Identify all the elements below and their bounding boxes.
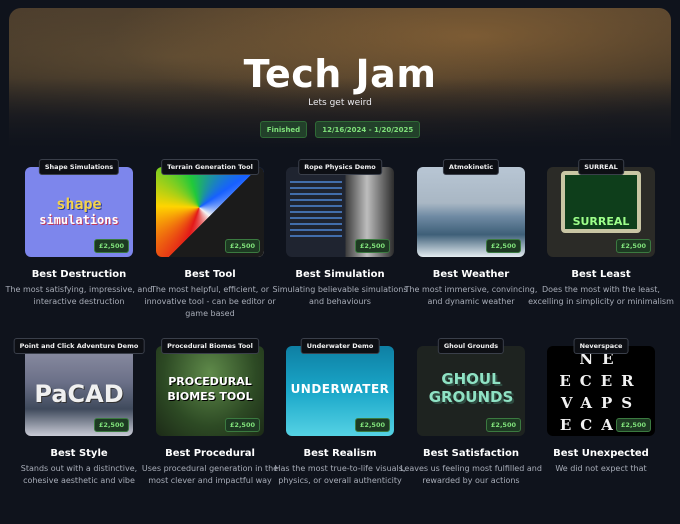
project-tag[interactable]: Neverspace bbox=[573, 338, 629, 354]
category-grid: shape simulations £2,500 Shape Simulatio… bbox=[0, 0, 680, 524]
project-tag[interactable]: Atmokinetic bbox=[442, 159, 500, 175]
thumbnail-image[interactable]: GHOUL GROUNDS £2,500 bbox=[417, 346, 525, 436]
prize-badge: £2,500 bbox=[224, 418, 260, 432]
code-panel-art bbox=[290, 181, 342, 241]
category-title: Best Realism bbox=[303, 448, 377, 459]
project-tag[interactable]: Shape Simulations bbox=[38, 159, 120, 175]
thumbnail-image[interactable]: shape simulations £2,500 bbox=[25, 167, 133, 257]
category-title: Best Destruction bbox=[31, 269, 127, 280]
thumbnail-image[interactable]: £2,500 bbox=[156, 167, 264, 257]
prize-badge: £2,500 bbox=[354, 239, 390, 253]
thumbnail-image[interactable]: PaCAD £2,500 bbox=[25, 346, 133, 436]
project-tag[interactable]: Procedural Biomes Tool bbox=[161, 338, 259, 354]
category-title: Best Simulation bbox=[295, 269, 385, 280]
category-description: Has the most true-to-life visuals, physi… bbox=[274, 464, 406, 485]
prize-badge: £2,500 bbox=[93, 418, 129, 432]
category-description: We did not expect that bbox=[555, 464, 647, 473]
category-title: Best Procedural bbox=[165, 448, 255, 459]
category-title: Best Tool bbox=[184, 269, 236, 280]
category-description: The most satisfying, impressive, and int… bbox=[5, 285, 153, 306]
thumbnail-image[interactable]: £2,500 bbox=[286, 167, 394, 257]
category-title: Best Weather bbox=[432, 269, 510, 280]
project-tag[interactable]: Point and Click Adventure Demo bbox=[13, 338, 145, 354]
project-tag[interactable]: SURREAL bbox=[578, 159, 624, 175]
category-description: The most immersive, convincing, and dyna… bbox=[404, 285, 538, 306]
category-description: Simulating believable simulations and be… bbox=[272, 285, 408, 306]
art-text: UNDERWATER bbox=[290, 382, 390, 396]
art-text: PROCEDURAL BIOMES TOOL bbox=[167, 375, 253, 403]
category-description: Does the most with the least, excelling … bbox=[528, 285, 674, 306]
art-text: GHOUL GROUNDS bbox=[428, 370, 514, 406]
art-text: shape bbox=[56, 195, 102, 213]
thumbnail-image[interactable]: £2,500 bbox=[417, 167, 525, 257]
prize-badge: £2,500 bbox=[224, 239, 260, 253]
art-text: SURREAL bbox=[572, 215, 630, 228]
category-title: Best Least bbox=[571, 269, 631, 280]
prize-badge: £2,500 bbox=[485, 239, 521, 253]
project-tag[interactable]: Ghoul Grounds bbox=[437, 338, 505, 354]
category-description: Uses procedural generation in the most c… bbox=[141, 464, 279, 485]
prize-badge: £2,500 bbox=[354, 418, 390, 432]
prize-badge: £2,500 bbox=[93, 239, 129, 253]
art-text: PaCAD bbox=[34, 380, 124, 408]
category-title: Best Satisfaction bbox=[423, 448, 519, 459]
project-tag[interactable]: Rope Physics Demo bbox=[298, 159, 382, 175]
art-text: simulations bbox=[39, 213, 119, 227]
thumbnail-image[interactable]: UNDERWATER £2,500 bbox=[286, 346, 394, 436]
prize-badge: £2,500 bbox=[615, 418, 651, 432]
category-description: Leaves us feeling most fulfilled and rew… bbox=[400, 464, 542, 485]
prize-badge: £2,500 bbox=[485, 418, 521, 432]
category-title: Best Unexpected bbox=[553, 448, 649, 459]
project-tag[interactable]: Terrain Generation Tool bbox=[161, 159, 259, 175]
category-description: Stands out with a distinctive, cohesive … bbox=[20, 464, 138, 485]
category-title: Best Style bbox=[50, 448, 108, 459]
thumbnail-image[interactable]: SURREAL £2,500 bbox=[547, 167, 655, 257]
category-description: The most helpful, efficient, or innovati… bbox=[144, 285, 276, 318]
thumbnail-image[interactable]: PROCEDURAL BIOMES TOOL £2,500 bbox=[156, 346, 264, 436]
prize-badge: £2,500 bbox=[615, 239, 651, 253]
thumbnail-image[interactable]: NE ECER VAPS ECAP £2,500 bbox=[547, 346, 655, 436]
project-tag[interactable]: Underwater Demo bbox=[300, 338, 380, 354]
